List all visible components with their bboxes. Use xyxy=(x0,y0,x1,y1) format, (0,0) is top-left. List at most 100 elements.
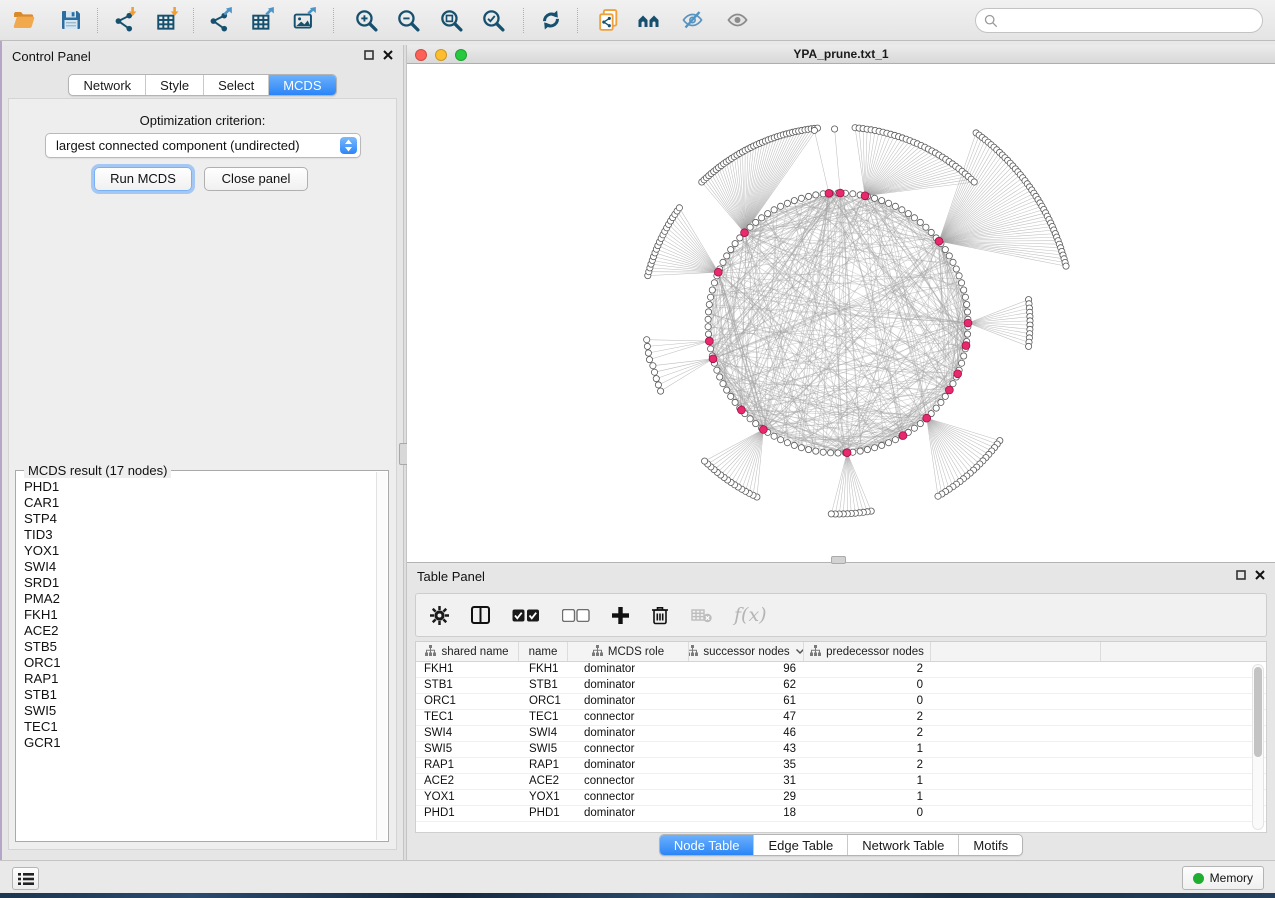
criterion-dropdown[interactable]: largest connected component (undirected) xyxy=(45,133,361,158)
search-input[interactable] xyxy=(1003,11,1262,31)
graph-node[interactable] xyxy=(820,449,826,455)
deselect-all-button[interactable] xyxy=(562,609,590,622)
graph-node[interactable] xyxy=(646,357,652,363)
mcds-result-item[interactable]: TEC1 xyxy=(24,719,376,735)
search-box[interactable] xyxy=(975,8,1263,33)
memory-button[interactable]: Memory xyxy=(1182,866,1264,890)
graph-node[interactable] xyxy=(705,316,711,322)
graph-node[interactable] xyxy=(857,448,863,454)
mcds-result-item[interactable]: FKH1 xyxy=(24,607,376,623)
graph-node[interactable] xyxy=(1026,343,1032,349)
graph-node[interactable] xyxy=(935,493,941,499)
graph-node[interactable] xyxy=(872,445,878,451)
graph-mcds-node[interactable] xyxy=(954,370,962,378)
graph-node[interactable] xyxy=(724,253,730,259)
float-panel-icon[interactable] xyxy=(1236,570,1246,580)
column-header-MCDS-role[interactable]: MCDS role xyxy=(568,642,689,661)
mcds-result-item[interactable]: PHD1 xyxy=(24,479,376,495)
table-row[interactable]: TEC1TEC1connector472 xyxy=(416,710,1266,726)
import-network-button[interactable] xyxy=(108,4,144,36)
mcds-result-item[interactable]: STP4 xyxy=(24,511,376,527)
export-image-button[interactable] xyxy=(287,4,323,36)
graph-node[interactable] xyxy=(886,200,892,206)
graph-node[interactable] xyxy=(759,215,765,221)
hide-graphics-details-button[interactable] xyxy=(675,4,711,36)
graph-node[interactable] xyxy=(964,331,970,337)
tab-node-table[interactable]: Node Table xyxy=(660,835,754,855)
mcds-result-item[interactable]: YOX1 xyxy=(24,543,376,559)
graph-node[interactable] xyxy=(950,381,956,387)
graph-node[interactable] xyxy=(892,437,898,443)
graph-node[interactable] xyxy=(709,287,715,293)
run-mcds-button[interactable]: Run MCDS xyxy=(94,167,192,191)
graph-node[interactable] xyxy=(911,215,917,221)
graph-node[interactable] xyxy=(705,309,711,315)
graph-mcds-node[interactable] xyxy=(964,319,972,327)
mcds-result-list[interactable]: PHD1CAR1STP4TID3YOX1SWI4SRD1PMA2FKH1ACE2… xyxy=(16,475,376,840)
table-row[interactable]: RAP1RAP1dominator352 xyxy=(416,758,1266,774)
table-row[interactable]: YOX1YOX1connector291 xyxy=(416,790,1266,806)
mcds-list-scrollbar[interactable] xyxy=(376,472,387,840)
graph-node[interactable] xyxy=(720,259,726,265)
table-scrollbar[interactable] xyxy=(1252,664,1264,830)
delete-column-button[interactable] xyxy=(651,605,669,625)
mcds-result-item[interactable]: RAP1 xyxy=(24,671,376,687)
graph-node[interactable] xyxy=(724,387,730,393)
graph-mcds-node[interactable] xyxy=(923,414,931,422)
graph-node[interactable] xyxy=(959,280,965,286)
mcds-result-item[interactable]: CAR1 xyxy=(24,495,376,511)
graph-node[interactable] xyxy=(798,445,804,451)
open-file-button[interactable] xyxy=(6,4,42,36)
graph-node[interactable] xyxy=(702,458,708,464)
graph-node[interactable] xyxy=(946,253,952,259)
graph-node[interactable] xyxy=(864,447,870,453)
graph-node[interactable] xyxy=(964,301,970,307)
export-network-button[interactable] xyxy=(203,4,239,36)
graph-node[interactable] xyxy=(813,448,819,454)
table-row[interactable]: FKH1FKH1dominator962 xyxy=(416,662,1266,678)
tab-motifs[interactable]: Motifs xyxy=(958,835,1022,855)
graph-node[interactable] xyxy=(905,211,911,217)
graph-node[interactable] xyxy=(714,367,720,373)
graph-node[interactable] xyxy=(717,374,723,380)
graph-node[interactable] xyxy=(850,191,856,197)
table-row[interactable]: SWI5SWI5connector431 xyxy=(416,742,1266,758)
graph-node[interactable] xyxy=(956,273,962,279)
close-panel-icon[interactable] xyxy=(1255,570,1265,580)
table-row[interactable]: ORC1ORC1dominator610 xyxy=(416,694,1266,710)
graph-node[interactable] xyxy=(705,324,711,330)
add-column-button[interactable] xyxy=(612,607,629,624)
tab-network[interactable]: Network xyxy=(69,75,145,95)
refresh-button[interactable] xyxy=(533,4,569,36)
graph-node[interactable] xyxy=(953,266,959,272)
graph-node[interactable] xyxy=(676,205,682,211)
mcds-result-item[interactable]: ORC1 xyxy=(24,655,376,671)
zoom-fit-button[interactable] xyxy=(433,4,469,36)
column-header-successor-nodes[interactable]: successor nodes xyxy=(689,642,804,661)
graph-node[interactable] xyxy=(644,337,650,343)
graph-node[interactable] xyxy=(728,247,734,253)
graph-node[interactable] xyxy=(828,450,834,456)
graph-node[interactable] xyxy=(791,442,797,448)
graph-node[interactable] xyxy=(911,425,917,431)
graph-node[interactable] xyxy=(645,350,651,356)
graph-node[interactable] xyxy=(942,247,948,253)
graph-node[interactable] xyxy=(778,203,784,209)
graph-node[interactable] xyxy=(828,511,834,517)
table-settings-button[interactable] xyxy=(430,606,449,625)
graph-node[interactable] xyxy=(711,280,717,286)
graph-mcds-node[interactable] xyxy=(760,426,768,434)
graph-node[interactable] xyxy=(886,440,892,446)
save-session-button[interactable] xyxy=(53,4,89,36)
zoom-out-button[interactable] xyxy=(390,4,426,36)
graph-node[interactable] xyxy=(964,309,970,315)
graph-node[interactable] xyxy=(835,450,841,456)
graph-node[interactable] xyxy=(771,433,777,439)
graph-node[interactable] xyxy=(971,179,977,185)
graph-node[interactable] xyxy=(708,294,714,300)
graph-node[interactable] xyxy=(933,405,939,411)
graph-node[interactable] xyxy=(1063,263,1069,269)
graph-node[interactable] xyxy=(806,193,812,199)
mcds-result-item[interactable]: SWI5 xyxy=(24,703,376,719)
graph-mcds-node[interactable] xyxy=(935,237,943,245)
